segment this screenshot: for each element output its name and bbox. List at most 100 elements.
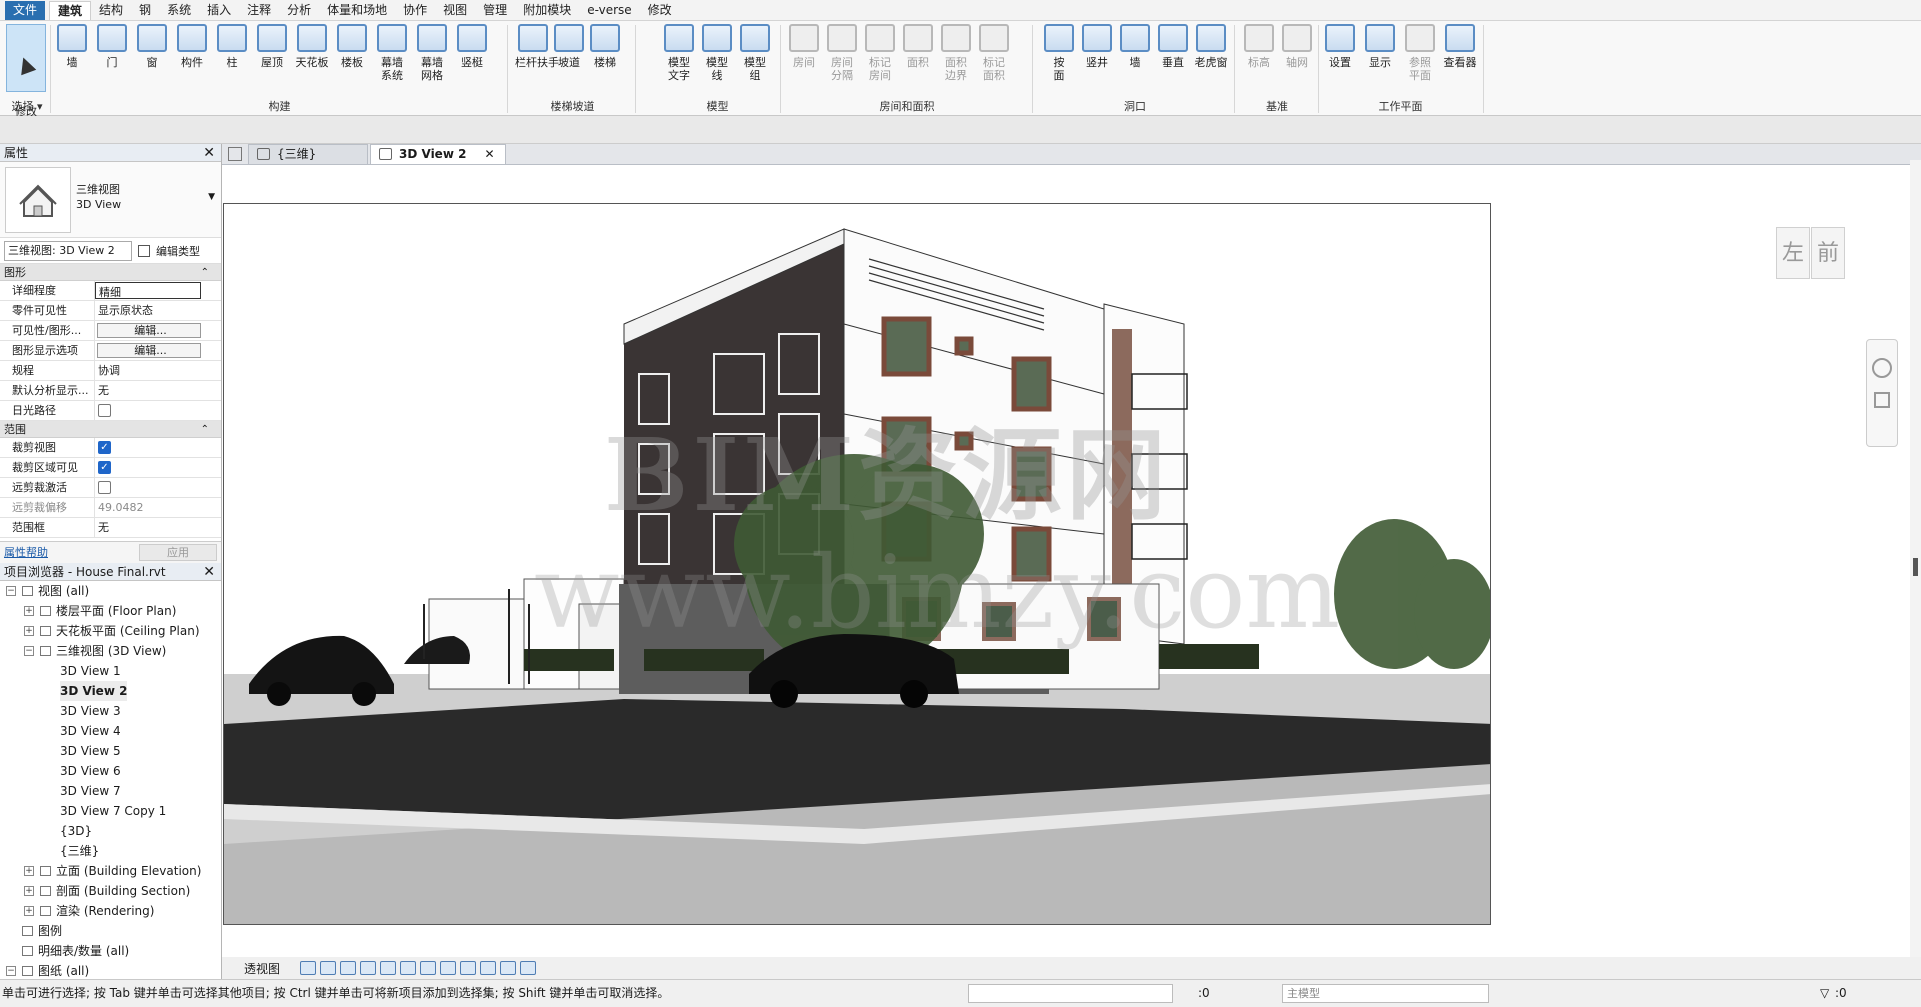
ribbon-button[interactable]: 门 [92, 24, 132, 69]
collapse-icon[interactable]: ⌃ [201, 264, 209, 281]
filter-icon[interactable]: ▽ [1820, 980, 1829, 1006]
ribbon-button[interactable]: 窗 [132, 24, 172, 69]
ribbon-button[interactable]: 楼板 [332, 24, 372, 69]
property-value[interactable]: 显示原状态 [95, 301, 221, 320]
ribbon-button[interactable]: 参照 平面 [1400, 24, 1440, 82]
browser-tree-item[interactable]: + 渲染 (Rendering) [0, 901, 221, 921]
browser-tree-item[interactable]: + 天花板平面 (Ceiling Plan) [0, 621, 221, 641]
ribbon-button[interactable]: 天花板 [292, 24, 332, 69]
browser-tree-item[interactable]: 明细表/数量 (all) [0, 941, 221, 961]
menu-item[interactable]: 修改 [640, 1, 680, 20]
expand-icon[interactable]: + [24, 886, 34, 896]
ribbon-button[interactable]: 按 面 [1040, 24, 1078, 82]
ribbon-button[interactable]: 房间 [785, 24, 823, 69]
property-value[interactable]: ✓ [95, 458, 221, 477]
browser-tree-item[interactable]: 3D View 1 [0, 661, 221, 681]
ribbon-button[interactable]: 栏杆扶手 [515, 24, 559, 69]
lock-3d-icon[interactable] [440, 961, 457, 975]
visual-style-icon[interactable] [320, 961, 337, 975]
temp-hide-icon[interactable] [460, 961, 477, 975]
ribbon-button[interactable]: 标高 [1240, 24, 1278, 69]
workset-dropdown[interactable] [968, 984, 1173, 1003]
steering-wheel-icon[interactable] [1872, 358, 1892, 378]
edit-type-button[interactable]: 编辑类型 [156, 243, 200, 259]
browser-tree-item[interactable]: 3D View 6 [0, 761, 221, 781]
type-selector[interactable]: 三维视图 3D View ▼ [0, 162, 221, 238]
menu-item[interactable]: 附加模块 [515, 1, 579, 20]
expand-icon[interactable]: + [24, 866, 34, 876]
render-icon[interactable] [380, 961, 397, 975]
close-icon[interactable]: ✕ [484, 147, 494, 161]
modify-button[interactable]: 修改 [6, 24, 46, 118]
highlight-displacement-icon[interactable] [520, 961, 537, 975]
view-cube[interactable]: 左 前 [1776, 227, 1846, 285]
ribbon-button[interactable]: 面积 [899, 24, 937, 69]
ribbon-button[interactable]: 垂直 [1154, 24, 1192, 69]
property-value[interactable] [95, 478, 221, 497]
browser-tree-item[interactable]: 3D View 7 [0, 781, 221, 801]
browser-tree-item[interactable]: {3D} [0, 821, 221, 841]
ribbon-button[interactable]: 模型 组 [736, 24, 774, 82]
instance-selector[interactable]: 三维视图: 3D View 2 [4, 240, 132, 261]
checkbox[interactable] [98, 480, 111, 494]
checkbox[interactable]: ✓ [98, 440, 111, 454]
property-value[interactable]: 49.0482 [95, 498, 221, 517]
ribbon-button[interactable]: 模型 线 [698, 24, 736, 82]
ribbon-button[interactable]: 楼梯 [587, 24, 623, 69]
properties-help-link[interactable]: 属性帮助 [4, 546, 48, 559]
ribbon-button[interactable]: 墙 [1116, 24, 1154, 69]
collapse-icon[interactable]: − [6, 586, 16, 596]
property-value[interactable]: 编辑... [97, 343, 201, 358]
browser-tree-item[interactable]: 图例 [0, 921, 221, 941]
browser-tree-item[interactable]: − 视图 (all) [0, 581, 221, 601]
menu-item[interactable]: 结构 [91, 1, 131, 20]
select-group-label[interactable]: 选择 ▾ [6, 98, 48, 114]
expand-icon[interactable]: + [24, 606, 34, 616]
property-value[interactable] [95, 401, 221, 420]
view-cube-left-face[interactable]: 左 [1776, 227, 1810, 279]
browser-tree-item[interactable]: 3D View 2 [0, 681, 221, 701]
ribbon-button[interactable]: 标记 面积 [975, 24, 1013, 82]
ribbon-button[interactable]: 竖井 [1078, 24, 1116, 69]
view-cube-front-face[interactable]: 前 [1811, 227, 1845, 279]
ribbon-button[interactable]: 轴网 [1278, 24, 1316, 69]
close-icon[interactable]: ✕ [203, 563, 215, 581]
ribbon-button[interactable]: 设置 [1320, 24, 1360, 69]
menu-item[interactable]: 系统 [159, 1, 199, 20]
browser-tree-item[interactable]: − 图纸 (all) [0, 961, 221, 981]
menu-item[interactable]: 注释 [239, 1, 279, 20]
ribbon-button[interactable]: 面积 边界 [937, 24, 975, 82]
collapse-icon[interactable]: ⌃ [201, 421, 209, 438]
menu-item[interactable]: 文件 [5, 0, 46, 20]
browser-tree-item[interactable]: {三维} [0, 841, 221, 861]
menu-item[interactable]: 建筑 [49, 0, 92, 20]
property-value[interactable]: 无 [95, 518, 221, 537]
ribbon-button[interactable]: 老虎窗 [1192, 24, 1230, 69]
property-value[interactable]: 精细 [95, 282, 201, 299]
apply-button[interactable]: 应用 [139, 544, 217, 561]
browser-tree-item[interactable]: 3D View 5 [0, 741, 221, 761]
checkbox[interactable]: ✓ [98, 460, 111, 474]
view-tab[interactable]: {三维} [248, 144, 368, 164]
scale-icon[interactable] [300, 961, 317, 975]
close-icon[interactable]: ✕ [203, 144, 215, 162]
property-value[interactable]: ✓ [95, 438, 221, 457]
menu-item[interactable]: e-verse [579, 1, 639, 20]
expand-icon[interactable]: + [24, 906, 34, 916]
collapse-icon[interactable]: − [6, 966, 16, 976]
browser-tree-item[interactable]: 3D View 7 Copy 1 [0, 801, 221, 821]
ribbon-button[interactable]: 标记 房间 [861, 24, 899, 82]
home-view-icon[interactable] [228, 147, 242, 161]
menu-item[interactable]: 体量和场地 [319, 1, 395, 20]
ribbon-button[interactable]: 竖梃 [452, 24, 492, 69]
section-graphics[interactable]: 图形 ⌃ [0, 264, 221, 281]
shadows-icon[interactable] [360, 961, 377, 975]
ribbon-button[interactable]: 构件 [172, 24, 212, 69]
menu-item[interactable]: 插入 [199, 1, 239, 20]
ribbon-button[interactable]: 墙 [52, 24, 92, 69]
ribbon-button[interactable]: 房间 分隔 [823, 24, 861, 82]
ribbon-button[interactable]: 查看器 [1440, 24, 1480, 69]
zoom-icon[interactable] [1874, 392, 1890, 408]
ribbon-button[interactable]: 柱 [212, 24, 252, 69]
menu-item[interactable]: 分析 [279, 1, 319, 20]
